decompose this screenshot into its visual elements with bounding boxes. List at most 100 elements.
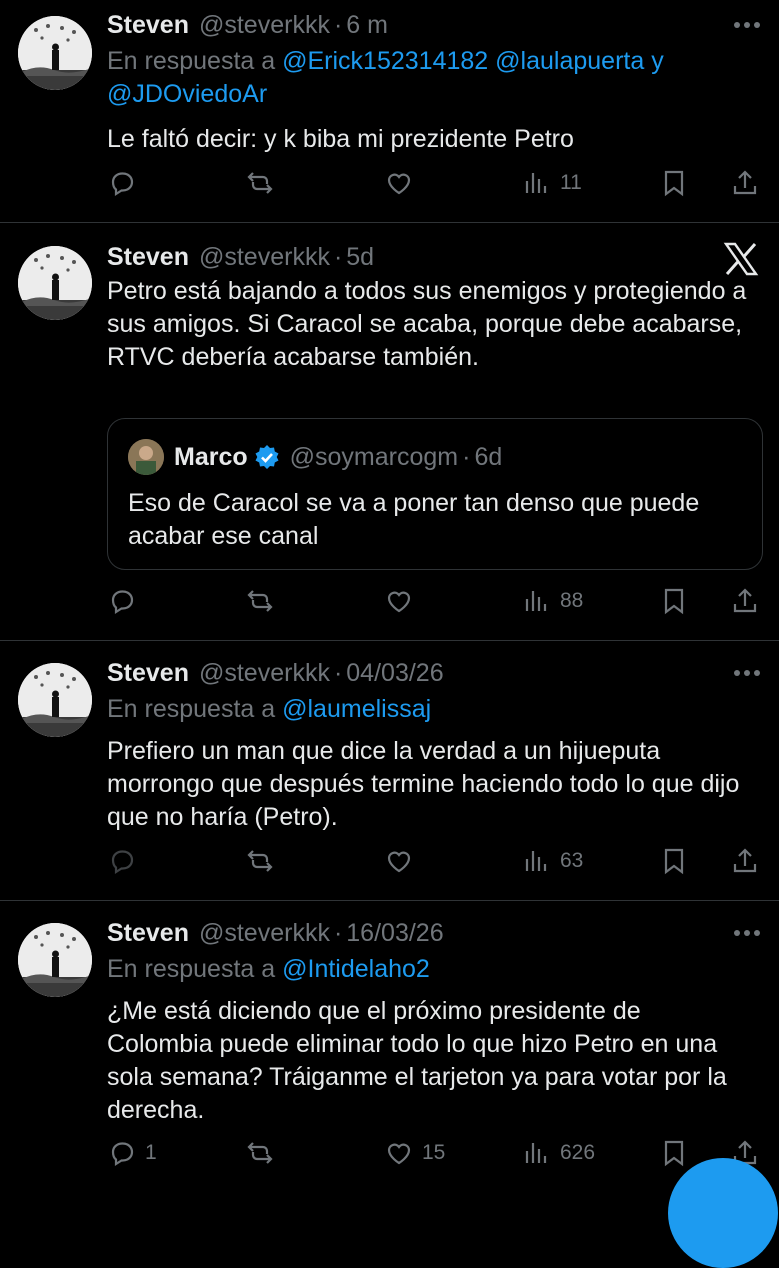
quote-display-name[interactable]: Marco: [174, 443, 248, 472]
avatar[interactable]: [18, 246, 92, 320]
bookmark-button[interactable]: [659, 1133, 689, 1173]
retweet-button[interactable]: [245, 163, 283, 203]
bookmark-button[interactable]: [659, 581, 689, 621]
reply-context: En respuesta a @Intidelaho2: [107, 953, 757, 986]
tweet-text: Le faltó decir: y k biba mi prezidente P…: [107, 125, 574, 153]
views-icon: [525, 851, 547, 871]
reply-icon: [111, 590, 134, 615]
avatar[interactable]: [18, 923, 92, 997]
view-count: 626: [560, 1141, 596, 1164]
bookmark-button[interactable]: [659, 163, 689, 203]
mention-link[interactable]: @Intidelaho2: [282, 955, 430, 983]
share-button[interactable]: [730, 581, 760, 621]
retweet-button[interactable]: [245, 581, 283, 621]
user-handle[interactable]: @steverkkk: [199, 659, 330, 688]
separator: ·: [333, 658, 343, 687]
timestamp[interactable]: 04/03/26: [346, 659, 443, 688]
views-button[interactable]: 11: [522, 163, 582, 203]
heart-icon: [387, 173, 411, 195]
reply-button[interactable]: [107, 163, 145, 203]
tweet-2[interactable]: Steven @steverkkk · 5d Petro está bajand…: [0, 223, 779, 641]
share-icon: [733, 170, 757, 195]
mention-link[interactable]: @laumelissaj: [282, 695, 431, 723]
avatar[interactable]: [18, 663, 92, 737]
action-bar: 1 15 626: [0, 1133, 779, 1173]
quote-text: Eso de Caracol se va a poner tan denso q…: [128, 489, 700, 550]
timestamp[interactable]: 16/03/26: [346, 919, 443, 948]
view-count: 63: [560, 849, 584, 872]
bookmark-icon: [664, 588, 684, 615]
tweet-text: Petro está bajando a todos sus enemigos …: [107, 277, 747, 371]
tweet-text: Prefiero un man que dice la verdad a un …: [107, 737, 740, 831]
action-bar: 11: [0, 163, 779, 203]
heart-icon: [387, 851, 411, 873]
reply-prefix: En respuesta a: [107, 695, 283, 723]
retweet-button[interactable]: [245, 1133, 283, 1173]
user-handle[interactable]: @steverkkk: [199, 919, 330, 948]
views-icon: [525, 1143, 547, 1163]
timestamp[interactable]: 5d: [346, 243, 374, 272]
quote-avatar[interactable]: [128, 439, 164, 475]
reply-count: 1: [145, 1141, 157, 1164]
reply-button[interactable]: [107, 581, 145, 621]
more-icon[interactable]: [731, 915, 763, 951]
compose-button[interactable]: [668, 1158, 778, 1268]
share-button[interactable]: [730, 163, 760, 203]
display-name[interactable]: Steven: [107, 659, 189, 688]
reply-icon: [111, 1142, 134, 1167]
quote-handle[interactable]: @soymarcogm: [290, 443, 458, 472]
more-icon[interactable]: [731, 7, 763, 43]
reply-icon: [111, 850, 134, 875]
view-count: 11: [560, 171, 582, 194]
display-name[interactable]: Steven: [107, 11, 189, 40]
reply-prefix: En respuesta a: [107, 47, 283, 75]
quote-timestamp[interactable]: 6d: [474, 443, 502, 472]
bookmark-icon: [664, 170, 684, 197]
verified-badge-icon: [255, 445, 279, 469]
separator: ·: [333, 10, 343, 39]
more-icon[interactable]: [731, 655, 763, 691]
like-button[interactable]: 15: [384, 1133, 445, 1173]
tweet-header: Steven @steverkkk · 5d: [107, 239, 374, 275]
reply-button[interactable]: 1: [107, 1133, 157, 1173]
like-button[interactable]: [384, 841, 422, 881]
views-button[interactable]: 63: [522, 841, 583, 881]
heart-icon: [387, 591, 411, 613]
share-button[interactable]: [730, 841, 760, 881]
share-icon: [733, 848, 757, 873]
reply-icon: [111, 172, 134, 197]
retweet-icon: [247, 590, 273, 612]
bookmark-icon: [664, 1140, 684, 1167]
tweet-1[interactable]: Steven @steverkkk · 6 m En respuesta a @…: [0, 0, 779, 223]
like-button[interactable]: [384, 581, 422, 621]
action-bar: 88: [0, 581, 779, 621]
views-button[interactable]: 88: [522, 581, 583, 621]
reply-button[interactable]: [107, 841, 145, 881]
user-handle[interactable]: @steverkkk: [199, 11, 330, 40]
reply-context: En respuesta a @Erick152314182 @laulapue…: [107, 45, 757, 111]
retweet-button[interactable]: [245, 841, 283, 881]
bookmark-button[interactable]: [659, 841, 689, 881]
mention-link[interactable]: @laulapuerta: [495, 47, 644, 75]
tweet-header: Steven @steverkkk · 04/03/26: [107, 655, 444, 691]
view-count: 88: [560, 589, 584, 612]
tweet-4[interactable]: Steven @steverkkk · 16/03/26 En respuest…: [0, 901, 779, 1200]
user-handle[interactable]: @steverkkk: [199, 243, 330, 272]
heart-icon: [387, 1143, 411, 1165]
mention-link[interactable]: @Erick152314182: [282, 47, 488, 75]
views-button[interactable]: 626: [522, 1133, 595, 1173]
display-name[interactable]: Steven: [107, 243, 189, 272]
x-logo-icon[interactable]: [723, 241, 759, 277]
tweet-3[interactable]: Steven @steverkkk · 04/03/26 En respuest…: [0, 641, 779, 901]
like-button[interactable]: [384, 163, 422, 203]
mention-link[interactable]: @JDOviedoAr: [107, 80, 267, 108]
retweet-icon: [247, 1142, 273, 1164]
quoted-tweet[interactable]: Marco @soymarcogm · 6d Eso de Caracol se…: [107, 418, 763, 570]
display-name[interactable]: Steven: [107, 919, 189, 948]
avatar[interactable]: [18, 16, 92, 90]
separator: ·: [462, 442, 471, 471]
views-icon: [525, 173, 547, 193]
bookmark-icon: [664, 848, 684, 875]
reply-prefix: En respuesta a: [107, 955, 283, 983]
timestamp[interactable]: 6 m: [346, 11, 388, 40]
